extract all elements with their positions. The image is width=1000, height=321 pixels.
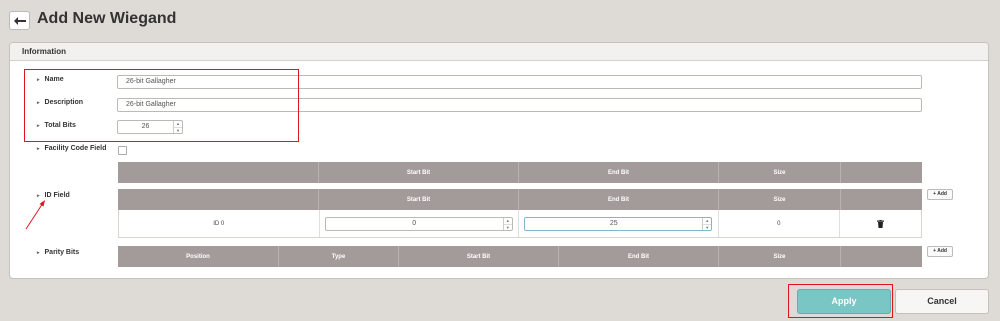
apply-button[interactable]: Apply: [797, 289, 891, 314]
stepper-arrows: ▲ ▼: [502, 217, 512, 231]
column-header: End Bit: [518, 189, 718, 210]
id-row-size: 0: [717, 210, 840, 237]
chevron-down-icon[interactable]: ▼: [503, 223, 512, 231]
column-header: [118, 162, 318, 183]
parity-bits-label-text: Parity Bits: [44, 249, 80, 256]
stepper-arrows: ▲ ▼: [702, 217, 712, 231]
column-header: Size: [718, 246, 840, 267]
cancel-button[interactable]: Cancel: [895, 289, 989, 314]
start-bit-cell: 0 ▲ ▼: [318, 210, 519, 237]
column-header: Position: [186, 253, 210, 260]
highlight-box: [24, 69, 299, 142]
column-header: Size: [718, 162, 840, 183]
panel-title: Information: [10, 43, 988, 61]
table-row: ID 0 0 ▲ ▼ 25 ▲ ▼ 0: [118, 210, 922, 238]
end-bit-value: 25: [609, 219, 618, 227]
add-id-field-button[interactable]: + Add: [927, 189, 953, 200]
start-bit-stepper[interactable]: 0 ▲ ▼: [324, 216, 513, 231]
bullet-icon: ▸: [37, 249, 40, 256]
page-header: Add New Wiegand: [0, 0, 1000, 40]
column-header: [840, 162, 922, 183]
column-header: Start Bit: [318, 189, 518, 210]
page-title: Add New Wiegand: [37, 10, 177, 27]
start-bit-value: 0: [412, 219, 417, 227]
column-header: End Bit: [518, 162, 718, 183]
facility-code-label: ▸ Facility Code Field: [37, 145, 106, 152]
chevron-down-icon[interactable]: ▼: [703, 223, 712, 231]
end-bit-cell: 25 ▲ ▼: [518, 210, 718, 237]
add-parity-bit-button[interactable]: + Add: [927, 246, 953, 257]
column-header: Start Bit: [398, 246, 558, 267]
parity-grid-header: Position Type Start Bit End Bit Size: [118, 246, 922, 267]
delete-cell: [839, 210, 921, 237]
parity-bits-label: ▸ Parity Bits: [37, 249, 79, 256]
annotation-arrow-icon: [25, 200, 45, 230]
bullet-icon: ▸: [37, 145, 40, 152]
facility-code-checkbox[interactable]: [118, 146, 127, 155]
id-field-label-text: ID Field: [44, 192, 70, 199]
facility-grid-header: Start Bit End Bit Size: [118, 162, 922, 183]
arrow-left-icon: [13, 16, 26, 25]
column-header: [840, 189, 922, 210]
end-bit-stepper[interactable]: 25 ▲ ▼: [524, 216, 713, 231]
column-header: Start Bit: [318, 162, 518, 183]
column-header: [118, 189, 318, 210]
column-header: Size: [718, 189, 840, 210]
facility-code-label-text: Facility Code Field: [44, 145, 107, 152]
id-grid-header: Start Bit End Bit Size: [118, 189, 922, 210]
back-button[interactable]: [9, 11, 30, 30]
column-header: End Bit: [558, 246, 718, 267]
id-row-name: ID 0: [213, 220, 225, 227]
column-header: Type: [278, 246, 398, 267]
trash-icon[interactable]: [877, 219, 885, 228]
column-header: [840, 246, 922, 267]
